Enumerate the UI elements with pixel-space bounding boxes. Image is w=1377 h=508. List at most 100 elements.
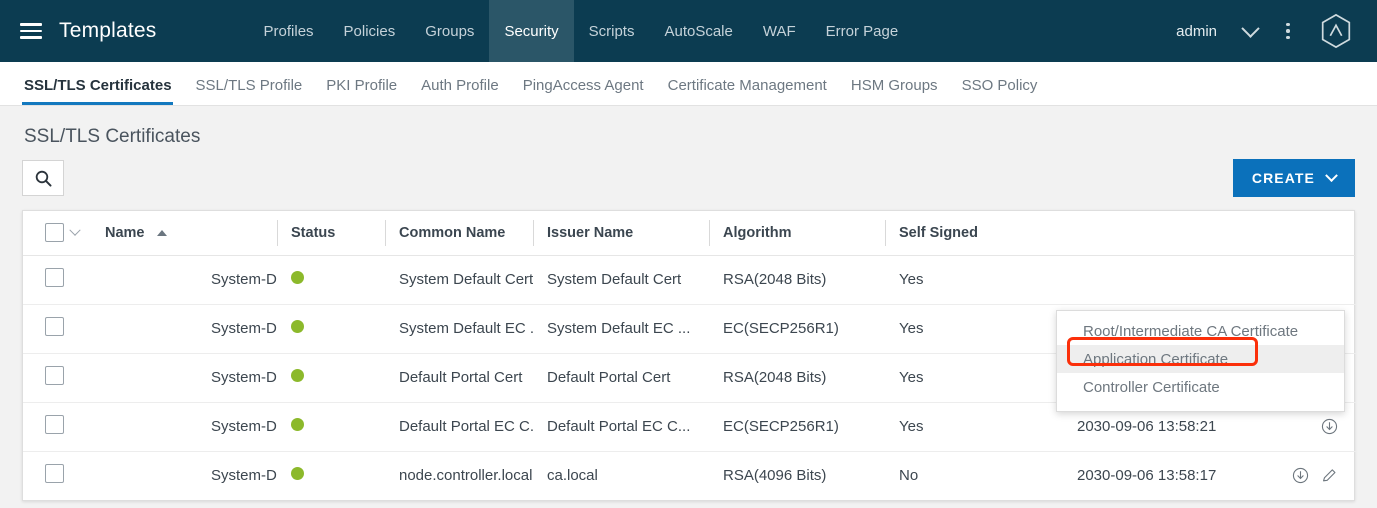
status-badge	[291, 418, 304, 431]
column-header-issuer-name-label: Issuer Name	[547, 224, 634, 241]
column-header-issuer-name[interactable]: Issuer Name	[533, 211, 709, 256]
subnav-item-certificate-management[interactable]: Certificate Management	[656, 77, 839, 105]
cell-algorithm: RSA(2048 Bits)	[709, 255, 885, 305]
column-header-valid-until	[1063, 211, 1356, 256]
column-header-self-signed[interactable]: Self Signed	[885, 211, 1063, 256]
download-icon[interactable]	[1292, 467, 1309, 484]
table-header-row: Name Status Common Name Issuer Name Algo…	[23, 211, 1356, 256]
column-header-name-label: Name	[105, 224, 145, 241]
subnav-item-sso-policy[interactable]: SSO Policy	[950, 77, 1050, 105]
row-checkbox[interactable]	[45, 415, 64, 434]
search-button[interactable]	[22, 160, 64, 196]
cell-name: System-Default-Por	[101, 402, 277, 452]
cell-status	[277, 255, 385, 305]
page-content: SSL/TLS Certificates CREATE Name Status …	[0, 106, 1377, 501]
row-checkbox[interactable]	[45, 366, 64, 385]
cell-common-name: node.controller.local	[399, 467, 533, 485]
select-all-header	[23, 211, 101, 256]
table-row[interactable]: System-Default-Sec node.controller.local…	[23, 451, 1356, 500]
avi-hexagon-logo-icon[interactable]	[1317, 12, 1355, 50]
cell-issuer-name: System Default EC ...	[533, 304, 709, 354]
cell-common-name: System Default EC ...	[385, 304, 533, 354]
status-badge	[291, 467, 304, 481]
cell-valid-until: 2030-09-06 13:58:21	[1077, 418, 1217, 435]
cell-self-signed: Yes	[885, 353, 1063, 403]
subnav-item-pki-profile[interactable]: PKI Profile	[314, 77, 409, 105]
nav-item-groups[interactable]: Groups	[410, 0, 489, 62]
cell-self-signed: Yes	[885, 255, 1063, 305]
top-header-bar: Templates Profiles Policies Groups Secur…	[0, 0, 1377, 62]
cell-issuer-name: Default Portal Cert	[533, 353, 709, 403]
app-title: Templates	[59, 19, 157, 42]
nav-item-waf[interactable]: WAF	[748, 0, 811, 62]
column-header-common-name[interactable]: Common Name	[385, 211, 533, 256]
header-left-group: Templates	[0, 0, 157, 62]
column-header-status-label: Status	[291, 224, 336, 241]
cell-status	[277, 304, 385, 354]
column-header-algorithm[interactable]: Algorithm	[709, 211, 885, 256]
nav-item-error-page[interactable]: Error Page	[811, 0, 914, 62]
search-icon	[35, 170, 52, 187]
row-checkbox-cell	[23, 353, 101, 403]
chevron-down-icon	[1325, 168, 1338, 182]
user-menu-chevron-down-icon[interactable]	[1231, 11, 1269, 51]
hamburger-icon[interactable]	[20, 23, 42, 39]
dropdown-item-root-intermediate-ca-certificate[interactable]: Root/Intermediate CA Certificate	[1057, 317, 1344, 345]
dropdown-item-controller-certificate[interactable]: Controller Certificate	[1057, 373, 1344, 401]
cell-status	[277, 353, 385, 403]
nav-item-security[interactable]: Security	[489, 0, 574, 62]
cell-issuer-name: Default Portal EC C...	[533, 402, 709, 452]
nav-item-autoscale[interactable]: AutoScale	[649, 0, 747, 62]
cell-issuer-name: System Default Cert	[533, 255, 709, 305]
cell-algorithm: EC(SECP256R1)	[709, 304, 885, 354]
column-header-common-name-label: Common Name	[399, 224, 506, 241]
cell-status	[277, 402, 385, 452]
cell-algorithm: EC(SECP256R1)	[709, 402, 885, 452]
cell-valid-until	[1063, 255, 1356, 305]
secondary-nav: SSL/TLS Certificates SSL/TLS Profile PKI…	[0, 62, 1377, 106]
nav-item-profiles[interactable]: Profiles	[249, 0, 329, 62]
cell-valid-until-actions: 2030-09-06 13:58:17	[1063, 451, 1356, 500]
cell-name: System-Default-Cer	[101, 304, 277, 354]
dropdown-item-application-certificate[interactable]: Application Certificate	[1057, 345, 1344, 373]
subnav-item-ssl-tls-certificates[interactable]: SSL/TLS Certificates	[22, 77, 184, 105]
status-badge	[291, 320, 304, 333]
subnav-item-ssl-tls-profile[interactable]: SSL/TLS Profile	[184, 77, 315, 105]
column-header-algorithm-label: Algorithm	[723, 224, 792, 241]
status-badge	[291, 271, 304, 284]
create-button[interactable]: CREATE	[1232, 159, 1355, 197]
create-dropdown-menu: Root/Intermediate CA Certificate Applica…	[1056, 310, 1345, 412]
page-title: SSL/TLS Certificates	[24, 126, 201, 147]
primary-nav: Profiles Policies Groups Security Script…	[249, 0, 914, 62]
cell-name: System-Default-Sec	[211, 467, 277, 485]
cell-common-name: Default Portal EC C...	[385, 402, 533, 452]
header-right-group: admin	[1162, 0, 1377, 62]
edit-icon[interactable]	[1321, 467, 1338, 484]
cell-self-signed: Yes	[885, 304, 1063, 354]
subnav-item-hsm-groups[interactable]: HSM Groups	[839, 77, 950, 105]
table-row[interactable]: System-Default-Cer System Default Cert S…	[23, 255, 1356, 305]
column-header-self-signed-label: Self Signed	[899, 224, 978, 241]
download-icon[interactable]	[1321, 418, 1338, 435]
subnav-item-auth-profile[interactable]: Auth Profile	[409, 77, 511, 105]
cell-issuer-name: ca.local	[547, 467, 598, 485]
cell-algorithm: RSA(2048 Bits)	[709, 353, 885, 403]
row-checkbox[interactable]	[45, 268, 64, 287]
user-name-label[interactable]: admin	[1162, 23, 1231, 40]
column-header-status[interactable]: Status	[277, 211, 385, 256]
nav-item-scripts[interactable]: Scripts	[574, 0, 650, 62]
row-checkbox-cell	[23, 255, 101, 305]
cell-name: System-Default-Cer	[101, 255, 277, 305]
cell-common-name: Default Portal Cert	[385, 353, 533, 403]
sort-ascending-icon	[156, 229, 167, 236]
cell-name: System-Default-Por	[101, 353, 277, 403]
nav-item-policies[interactable]: Policies	[329, 0, 411, 62]
create-button-label: CREATE	[1251, 170, 1315, 186]
select-all-chevron-down-icon[interactable]	[69, 224, 81, 236]
row-checkbox[interactable]	[45, 317, 64, 336]
column-header-name[interactable]: Name	[101, 211, 277, 256]
select-all-checkbox[interactable]	[45, 223, 64, 243]
subnav-item-pingaccess-agent[interactable]: PingAccess Agent	[511, 77, 656, 105]
kebab-menu-icon[interactable]	[1269, 11, 1307, 51]
row-checkbox[interactable]	[45, 464, 64, 484]
